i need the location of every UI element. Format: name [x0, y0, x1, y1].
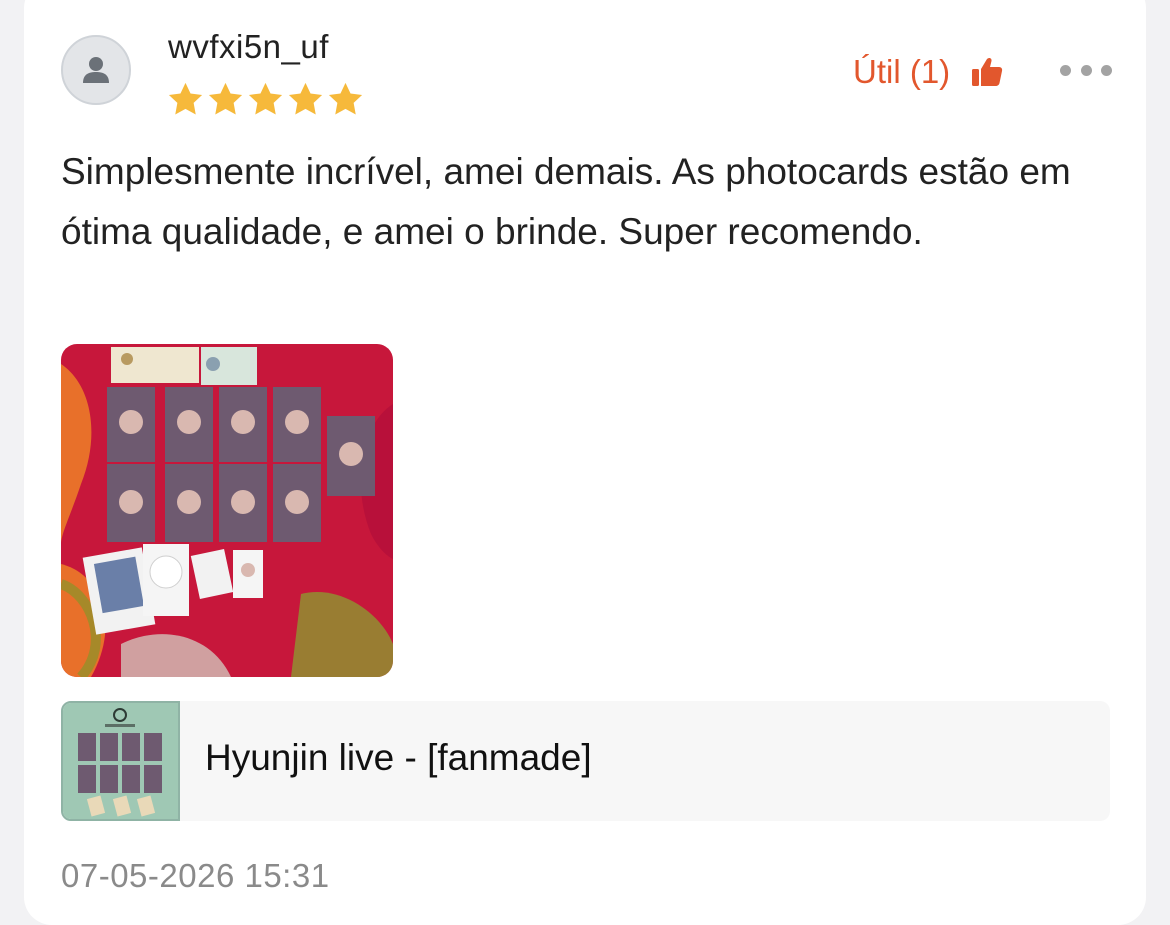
star-icon: [168, 82, 203, 115]
star-icon: [248, 82, 283, 115]
product-thumbnail: [61, 701, 180, 821]
product-thumbnail-image: [63, 703, 178, 819]
user-icon: [83, 57, 109, 83]
star-rating: [166, 80, 365, 119]
product-title: Hyunjin live - [fanmade]: [205, 737, 592, 778]
more-dot-icon: [1060, 64, 1071, 76]
product-card[interactable]: Hyunjin live - [fanmade]: [61, 701, 1110, 821]
review-timestamp: 07-05-2026 15:31: [61, 857, 330, 894]
thumbs-up-icon: [972, 57, 1003, 86]
helpful-label: Útil (1): [853, 53, 951, 90]
review-photo[interactable]: [61, 344, 393, 677]
helpful-button[interactable]: Útil (1): [853, 50, 1004, 94]
more-options-button[interactable]: [1060, 58, 1112, 82]
more-dot-icon: [1101, 64, 1112, 76]
avatar[interactable]: [61, 35, 131, 105]
more-dot-icon: [1080, 64, 1092, 76]
star-icon: [288, 82, 323, 115]
review-photo-image: [61, 344, 393, 677]
review-text: Simplesmente incrível, amei demais. As p…: [61, 151, 1071, 252]
username[interactable]: wvfxi5n_uf: [168, 28, 329, 66]
star-icon: [208, 82, 243, 115]
star-icon: [328, 82, 363, 115]
